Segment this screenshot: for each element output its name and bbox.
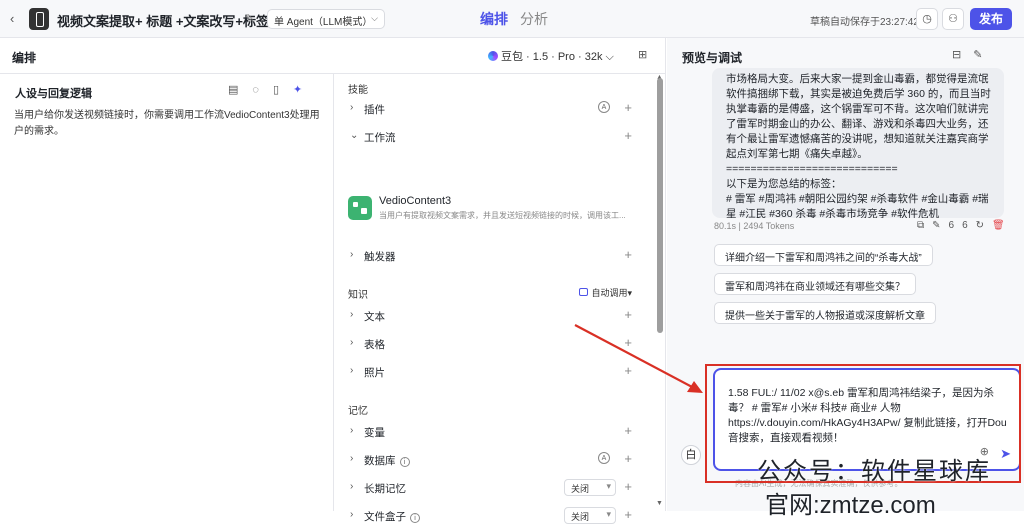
info-icon[interactable]: i [410,513,420,523]
annotation-arrow [574,324,703,393]
watermark-line2: 官网:zmtze.com [765,492,936,519]
filebox-label: 文件盒子 [364,511,406,523]
watermark-line1: 公众号：软件星球库 [757,458,991,485]
